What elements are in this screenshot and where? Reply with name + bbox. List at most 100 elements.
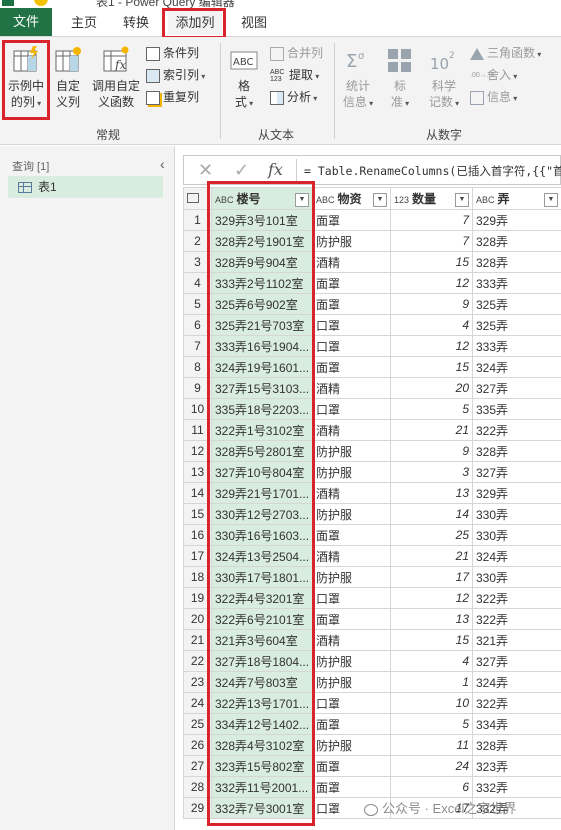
table-row[interactable]: 10 335弄18号2203... 口罩 5 335弄 xyxy=(183,398,561,420)
cell-supplies[interactable]: 防护服 xyxy=(312,734,391,756)
cell-quantity[interactable]: 21 xyxy=(390,419,473,441)
table-row[interactable]: 16 330弄16号1603... 面罩 25 330弄 xyxy=(183,524,561,546)
row-number[interactable]: 15 xyxy=(183,503,212,525)
cell-supplies[interactable]: 防护服 xyxy=(312,503,391,525)
cell-building[interactable]: 324弄13号2504... xyxy=(211,545,313,567)
parse-button[interactable]: 分析 ▾ xyxy=(270,87,317,108)
text-type-icon[interactable]: ABC xyxy=(215,195,234,205)
column-header-supplies[interactable]: ABC 物资 ▼ xyxy=(312,187,391,210)
cell-lane[interactable]: 335弄 xyxy=(472,398,561,420)
cell-building[interactable]: 325弄21号703室 xyxy=(211,314,313,336)
cell-quantity[interactable]: 9 xyxy=(390,440,473,462)
rounding-button[interactable]: .00→.0舍入 ▾ xyxy=(470,65,517,86)
table-row[interactable]: 7 333弄16号1904... 口罩 12 333弄 xyxy=(183,335,561,357)
row-number[interactable]: 16 xyxy=(183,524,212,546)
cell-quantity[interactable]: 4 xyxy=(390,314,473,336)
tab-view[interactable]: 视图 xyxy=(236,10,272,35)
cell-building[interactable]: 328弄4号3102室 xyxy=(211,734,313,756)
row-number[interactable]: 3 xyxy=(183,251,212,273)
cell-supplies[interactable]: 防护服 xyxy=(312,671,391,693)
row-number[interactable]: 13 xyxy=(183,461,212,483)
cell-quantity[interactable]: 6 xyxy=(390,776,473,798)
row-number[interactable]: 17 xyxy=(183,545,212,567)
table-row[interactable]: 19 322弄4号3201室 口罩 12 322弄 xyxy=(183,587,561,609)
cell-building[interactable]: 322弄1号3102室 xyxy=(211,419,313,441)
row-number[interactable]: 24 xyxy=(183,692,212,714)
cell-lane[interactable]: 330弄 xyxy=(472,503,561,525)
cell-supplies[interactable]: 酒精 xyxy=(312,251,391,273)
table-row[interactable]: 14 329弄21号1701... 酒精 13 329弄 xyxy=(183,482,561,504)
row-number[interactable]: 25 xyxy=(183,713,212,735)
tab-transform[interactable]: 转换 xyxy=(116,10,156,35)
table-row[interactable]: 15 330弄12号2703... 防护服 14 330弄 xyxy=(183,503,561,525)
table-row[interactable]: 12 328弄5号2801室 防护服 9 328弄 xyxy=(183,440,561,462)
cell-lane[interactable]: 328弄 xyxy=(472,230,561,252)
row-number[interactable]: 1 xyxy=(183,209,212,231)
cell-building[interactable]: 322弄13号1701... xyxy=(211,692,313,714)
cell-quantity[interactable]: 10 xyxy=(390,692,473,714)
cell-building[interactable]: 324弄7号803室 xyxy=(211,671,313,693)
trigonometry-button[interactable]: 三角函数 ▾ xyxy=(470,43,541,64)
cell-building[interactable]: 324弄19号1601... xyxy=(211,356,313,378)
table-row[interactable]: 9 327弄15号3103... 酒精 20 327弄 xyxy=(183,377,561,399)
cell-quantity[interactable]: 13 xyxy=(390,608,473,630)
table-row[interactable]: 26 328弄4号3102室 防护服 11 328弄 xyxy=(183,734,561,756)
fx-icon[interactable]: fx xyxy=(268,160,283,179)
cell-lane[interactable]: 328弄 xyxy=(472,251,561,273)
cell-quantity[interactable]: 3 xyxy=(390,461,473,483)
column-filter-dropdown-icon[interactable]: ▼ xyxy=(455,193,469,207)
row-number[interactable]: 27 xyxy=(183,755,212,777)
cell-building[interactable]: 334弄12号1402... xyxy=(211,713,313,735)
cell-lane[interactable]: 324弄 xyxy=(472,545,561,567)
cell-quantity[interactable]: 24 xyxy=(390,755,473,777)
cell-building[interactable]: 335弄18号2203... xyxy=(211,398,313,420)
table-row[interactable]: 13 327弄10号804室 防护服 3 327弄 xyxy=(183,461,561,483)
cancel-formula-icon[interactable]: ✕ xyxy=(198,160,213,181)
cell-supplies[interactable]: 口罩 xyxy=(312,314,391,336)
row-number[interactable]: 7 xyxy=(183,335,212,357)
row-number[interactable]: 9 xyxy=(183,377,212,399)
row-number[interactable]: 22 xyxy=(183,650,212,672)
cell-supplies[interactable]: 口罩 xyxy=(312,692,391,714)
row-number[interactable]: 12 xyxy=(183,440,212,462)
cell-lane[interactable]: 324弄 xyxy=(472,356,561,378)
table-row[interactable]: 27 323弄15号802室 面罩 24 323弄 xyxy=(183,755,561,777)
format-button[interactable]: ABC 格 式 ▾ xyxy=(226,45,262,112)
cell-quantity[interactable]: 12 xyxy=(390,587,473,609)
cell-lane[interactable]: 322弄 xyxy=(472,608,561,630)
column-from-examples-button[interactable]: 示例中 的列 ▾ xyxy=(4,45,48,112)
row-number[interactable]: 29 xyxy=(183,797,212,819)
cell-lane[interactable]: 330弄 xyxy=(472,524,561,546)
duplicate-column-button[interactable]: 重复列 xyxy=(146,87,199,108)
cell-lane[interactable]: 322弄 xyxy=(472,587,561,609)
cell-building[interactable]: 332弄11号2001... xyxy=(211,776,313,798)
tab-file[interactable]: 文件 xyxy=(0,8,52,36)
index-column-button[interactable]: 索引列 ▾ xyxy=(146,65,205,86)
information-button[interactable]: 信息 ▾ xyxy=(470,87,517,108)
tab-add-column[interactable]: 添加列 xyxy=(168,10,222,35)
merge-columns-button[interactable]: 合并列 xyxy=(270,43,323,64)
number-type-icon[interactable]: 123 xyxy=(394,195,409,205)
row-number[interactable]: 18 xyxy=(183,566,212,588)
row-number[interactable]: 19 xyxy=(183,587,212,609)
text-type-icon[interactable]: ABC xyxy=(476,195,495,205)
column-header-quantity[interactable]: 123 数量 ▼ xyxy=(390,187,473,210)
cell-building[interactable]: 330弄17号1801... xyxy=(211,566,313,588)
cell-supplies[interactable]: 面罩 xyxy=(312,755,391,777)
invoke-custom-function-button[interactable]: fx 调用自定 义函数 xyxy=(88,45,144,110)
cell-supplies[interactable]: 防护服 xyxy=(312,461,391,483)
cell-lane[interactable]: 329弄 xyxy=(472,209,561,231)
cell-supplies[interactable]: 酒精 xyxy=(312,419,391,441)
cell-quantity[interactable]: 14 xyxy=(390,503,473,525)
table-row[interactable]: 25 334弄12号1402... 面罩 5 334弄 xyxy=(183,713,561,735)
row-number[interactable]: 21 xyxy=(183,629,212,651)
table-row[interactable]: 18 330弄17号1801... 防护服 17 330弄 xyxy=(183,566,561,588)
statistics-button[interactable]: Σ σ 统计 信息 ▾ xyxy=(340,45,376,112)
scientific-button[interactable]: 10 2 科学 记数 ▾ xyxy=(424,45,464,112)
table-row[interactable]: 4 333弄2号1102室 面罩 12 333弄 xyxy=(183,272,561,294)
cell-supplies[interactable]: 口罩 xyxy=(312,398,391,420)
cell-quantity[interactable]: 7 xyxy=(390,230,473,252)
cell-building[interactable]: 333弄16号1904... xyxy=(211,335,313,357)
table-row[interactable]: 6 325弄21号703室 口罩 4 325弄 xyxy=(183,314,561,336)
cell-supplies[interactable]: 面罩 xyxy=(312,776,391,798)
